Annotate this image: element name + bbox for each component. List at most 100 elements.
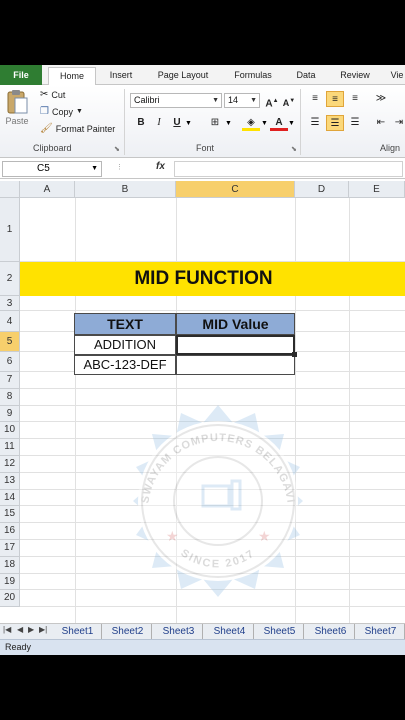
- tab-review[interactable]: Review: [332, 67, 378, 85]
- row-header-9[interactable]: 9: [0, 405, 20, 423]
- column-header-e[interactable]: E: [349, 181, 405, 198]
- row-header-19[interactable]: 19: [0, 573, 20, 591]
- ribbon-home: Paste ✂ Cut ❐ Copy ▼ 🖌 Format Painter Cl…: [0, 85, 405, 158]
- fill-color-icon[interactable]: ◈: [242, 115, 260, 131]
- chevron-down-icon: ▼: [75, 108, 83, 115]
- align-top-icon[interactable]: ≡: [306, 91, 324, 107]
- cell-c6[interactable]: [176, 355, 295, 375]
- last-sheet-icon[interactable]: ▶|: [39, 625, 47, 634]
- chevron-down-icon[interactable]: ▼: [185, 120, 192, 127]
- sheet-tab-5[interactable]: Sheet5: [256, 624, 304, 639]
- ribbon-tab-bar: File Home Insert Page Layout Formulas Da…: [0, 65, 405, 86]
- fill-handle[interactable]: [292, 352, 297, 357]
- column-header-d[interactable]: D: [295, 181, 349, 198]
- font-color-icon[interactable]: A: [270, 115, 288, 131]
- row-header-17[interactable]: 17: [0, 540, 20, 557]
- header-text[interactable]: TEXT: [74, 313, 176, 335]
- name-box[interactable]: C5 ▼: [2, 161, 102, 177]
- watermark-seal: SWAYAM COMPUTERS BELAGAVI SINCE 2017 ★ ★: [133, 405, 303, 597]
- tab-file[interactable]: File: [0, 65, 42, 85]
- tab-page-layout[interactable]: Page Layout: [150, 67, 216, 85]
- row-header-14[interactable]: 14: [0, 489, 20, 507]
- prev-sheet-icon[interactable]: ◀: [17, 625, 23, 634]
- grow-font-icon[interactable]: A▲: [263, 93, 281, 109]
- column-header-a[interactable]: A: [20, 181, 75, 198]
- align-left-icon[interactable]: ☰: [306, 115, 324, 131]
- align-middle-icon[interactable]: ≡: [326, 91, 344, 107]
- increase-indent-icon[interactable]: ⇥: [390, 115, 405, 131]
- svg-text:★: ★: [258, 528, 271, 544]
- row-header-8[interactable]: 8: [0, 388, 20, 406]
- sheet-tab-2[interactable]: Sheet2: [104, 624, 152, 639]
- tab-view[interactable]: Vie: [386, 67, 405, 85]
- row-header-1[interactable]: 1: [0, 198, 20, 262]
- dialog-launcher-icon[interactable]: ⬊: [291, 145, 297, 153]
- row-header-13[interactable]: 13: [0, 472, 20, 490]
- header-mid-value[interactable]: MID Value: [176, 313, 295, 335]
- svg-text:★: ★: [166, 528, 179, 544]
- row-gridline: [20, 387, 405, 389]
- clipboard-group-label: Clipboard: [33, 143, 72, 153]
- cell-c5[interactable]: [176, 335, 295, 355]
- chevron-down-icon[interactable]: ▼: [288, 120, 295, 127]
- paste-button[interactable]: Paste: [5, 89, 29, 126]
- tab-data[interactable]: Data: [288, 67, 324, 85]
- divider: [124, 89, 125, 155]
- sheet-title[interactable]: MID FUNCTION: [20, 262, 405, 296]
- align-bottom-icon[interactable]: ≡: [346, 91, 364, 107]
- dialog-launcher-icon[interactable]: ⬊: [114, 145, 120, 153]
- sheet-tab-1[interactable]: Sheet1: [54, 624, 102, 639]
- row-header-16[interactable]: 16: [0, 523, 20, 540]
- format-painter-button[interactable]: 🖌 Format Painter: [40, 123, 115, 134]
- italic-button[interactable]: I: [150, 115, 168, 131]
- column-header-b[interactable]: B: [75, 181, 176, 198]
- align-right-icon[interactable]: ☰: [346, 115, 364, 131]
- underline-button[interactable]: U: [168, 115, 186, 131]
- copy-label: Copy: [51, 106, 73, 117]
- resize-handle-icon[interactable]: ⋮: [116, 163, 123, 171]
- row-header-6[interactable]: 6: [0, 352, 20, 372]
- decrease-indent-icon[interactable]: ⇤: [372, 115, 390, 131]
- formula-input[interactable]: [174, 161, 403, 177]
- row-header-20[interactable]: 20: [0, 590, 20, 608]
- copy-button[interactable]: ❐ Copy ▼: [40, 106, 83, 117]
- row-header-18[interactable]: 18: [0, 556, 20, 574]
- row-header-7[interactable]: 7: [0, 372, 20, 389]
- insert-function-icon[interactable]: fx: [156, 161, 165, 172]
- sheet-tab-3[interactable]: Sheet3: [155, 624, 203, 639]
- row-header-4[interactable]: 4: [0, 311, 20, 332]
- tab-formulas[interactable]: Formulas: [224, 67, 282, 85]
- row-header-10[interactable]: 10: [0, 422, 20, 440]
- cell-b6[interactable]: ABC-123-DEF: [74, 355, 176, 375]
- first-sheet-icon[interactable]: |◀: [3, 625, 11, 634]
- cut-button[interactable]: ✂ Cut: [40, 89, 65, 100]
- font-size-combo[interactable]: 14 ▼: [224, 93, 260, 108]
- align-center-icon[interactable]: ☰: [326, 115, 344, 131]
- row-header-11[interactable]: 11: [0, 439, 20, 456]
- column-header-c[interactable]: C: [176, 181, 295, 198]
- next-sheet-icon[interactable]: ▶: [28, 625, 34, 634]
- borders-icon[interactable]: ⊞: [206, 115, 224, 131]
- row-header-5[interactable]: 5: [0, 332, 20, 352]
- sheet-tab-4[interactable]: Sheet4: [206, 624, 254, 639]
- row-header-2[interactable]: 2: [0, 262, 20, 296]
- font-name-combo[interactable]: Calibri ▼: [130, 93, 222, 108]
- row-header-15[interactable]: 15: [0, 506, 20, 524]
- chevron-down-icon[interactable]: ▼: [225, 120, 232, 127]
- sheet-tab-7[interactable]: Sheet7: [357, 624, 405, 639]
- bold-button[interactable]: B: [132, 115, 150, 131]
- font-group-label: Font: [196, 143, 215, 153]
- orientation-icon[interactable]: ≫: [372, 91, 390, 107]
- select-all-corner[interactable]: [0, 181, 20, 198]
- chevron-down-icon[interactable]: ▼: [261, 120, 268, 127]
- tab-home[interactable]: Home: [48, 67, 96, 86]
- cell-b5[interactable]: ADDITION: [74, 335, 176, 355]
- tab-insert[interactable]: Insert: [100, 67, 142, 85]
- font-size-value: 14: [228, 95, 239, 105]
- sheet-tab-6[interactable]: Sheet6: [307, 624, 355, 639]
- row-header-3[interactable]: 3: [0, 296, 20, 311]
- row-header-12[interactable]: 12: [0, 456, 20, 473]
- format-painter-label: Format Painter: [55, 123, 116, 134]
- shrink-font-icon[interactable]: A▼: [280, 93, 298, 109]
- worksheet-grid: A B C D E 1 2 3 4 5 6 7 8 9 10 11 12 13 14 15 16 17 18 19 2…: [0, 181, 405, 623]
